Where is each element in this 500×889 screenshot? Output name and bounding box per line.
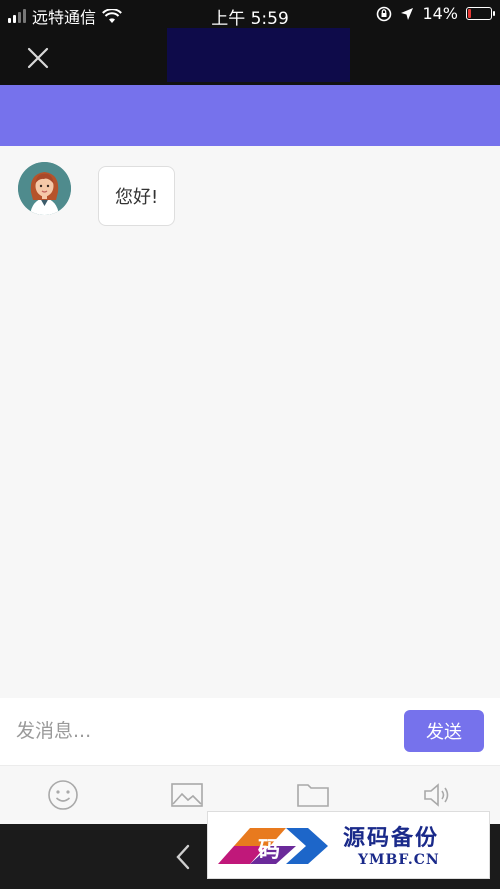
redacted-title-block xyxy=(167,28,350,82)
close-icon[interactable] xyxy=(22,42,54,74)
agent-avatar xyxy=(18,162,71,215)
nav-bar xyxy=(0,28,500,85)
battery-percent: 14% xyxy=(422,4,458,23)
watermark-logo-char: 码 xyxy=(258,837,280,863)
avatar-illustration xyxy=(18,162,71,215)
rotation-lock-icon xyxy=(377,6,392,21)
status-right: 14% xyxy=(376,4,495,23)
image-icon[interactable] xyxy=(169,778,205,812)
chat-area[interactable]: 您好! xyxy=(0,146,500,698)
watermark-logo: 码 xyxy=(218,828,328,864)
chat-page: 远特通信 上午 5:59 14% 您好! 发消息... 发送 码 源码备份 YM… xyxy=(0,0,500,889)
send-button[interactable]: 发送 xyxy=(404,710,484,752)
message-bubble: 您好! xyxy=(98,166,176,226)
status-bar: 远特通信 上午 5:59 14% xyxy=(0,0,500,29)
header-band xyxy=(0,85,500,146)
message-input[interactable] xyxy=(16,710,386,752)
back-icon[interactable] xyxy=(172,842,194,872)
watermark-domain: YMBF.CN xyxy=(358,852,440,868)
watermark: 码 源码备份 YMBF.CN xyxy=(207,811,490,879)
battery-icon xyxy=(466,7,495,20)
battery-fill xyxy=(468,9,471,18)
composer: 发送 xyxy=(0,698,500,765)
location-icon xyxy=(401,7,414,20)
watermark-title: 源码备份 xyxy=(343,825,440,851)
folder-icon[interactable] xyxy=(295,778,331,812)
emoji-icon[interactable] xyxy=(45,778,81,812)
speaker-icon[interactable] xyxy=(420,778,456,812)
